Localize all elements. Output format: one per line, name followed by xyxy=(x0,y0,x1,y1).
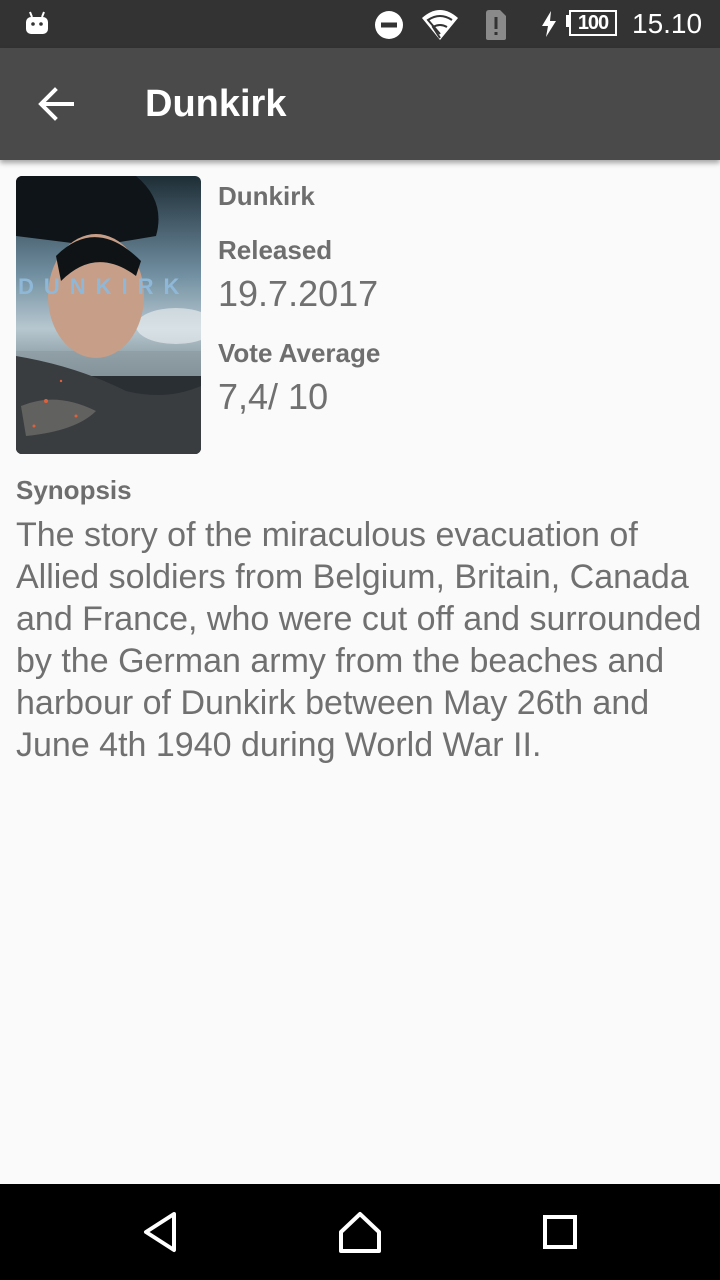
released-label: Released xyxy=(218,235,333,265)
page-title: Dunkirk xyxy=(145,83,287,125)
movie-title: Dunkirk xyxy=(218,181,315,211)
synopsis-label: Synopsis xyxy=(16,475,132,505)
arrow-back-icon xyxy=(38,87,74,121)
navigation-bar xyxy=(0,1184,720,1280)
wifi-icon xyxy=(422,10,458,40)
back-button[interactable] xyxy=(24,72,88,136)
movie-poster: DUNKIRK xyxy=(16,176,201,454)
do-not-disturb-icon xyxy=(375,11,403,39)
nav-back-button[interactable] xyxy=(120,1202,200,1262)
vote-average-value: 7,4/ 10 xyxy=(218,376,329,417)
clock: 15.10 xyxy=(632,8,703,39)
nav-recents-button[interactable] xyxy=(520,1202,600,1262)
nav-home-button[interactable] xyxy=(320,1202,400,1262)
home-icon xyxy=(339,1212,381,1253)
back-triangle-icon xyxy=(144,1212,176,1252)
status-bar: 100 15.10 xyxy=(0,0,720,48)
app-bar: Dunkirk xyxy=(0,48,720,160)
charging-icon xyxy=(542,11,556,37)
android-icon xyxy=(26,11,48,34)
vote-average-label: Vote Average xyxy=(218,338,381,368)
released-date: 19.7.2017 xyxy=(218,273,379,314)
battery-level: 100 xyxy=(577,12,609,34)
sim-alert-icon xyxy=(486,10,506,40)
poster-image xyxy=(16,176,201,454)
synopsis-text: The story of the miraculous evacuation o… xyxy=(16,516,702,764)
recents-icon xyxy=(543,1215,577,1249)
poster-title: DUNKIRK xyxy=(18,274,190,299)
